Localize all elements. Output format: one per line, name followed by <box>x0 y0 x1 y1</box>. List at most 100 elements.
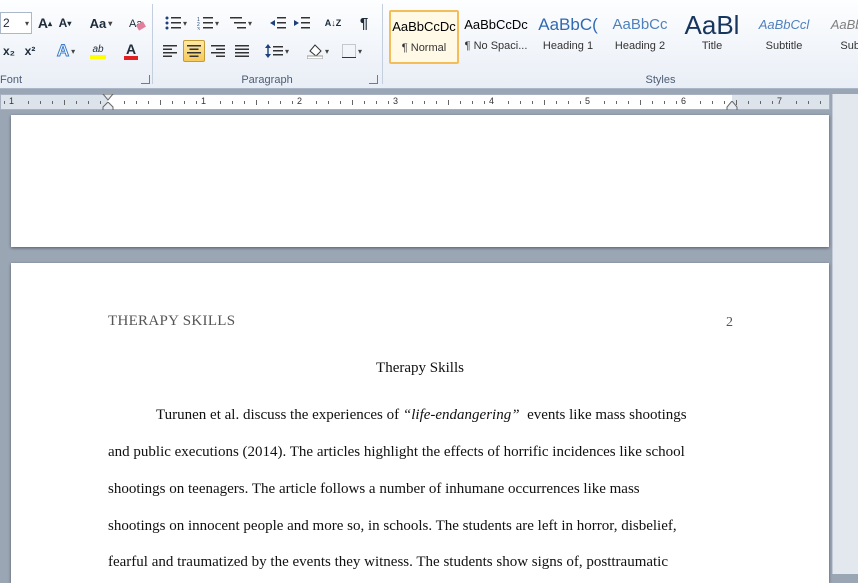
style-3[interactable]: AaBbCc Heading 2 <box>605 10 675 64</box>
shading-icon <box>306 44 323 59</box>
ruler-tick <box>4 101 5 104</box>
ruler-tick <box>808 101 809 104</box>
superscript-icon: x² <box>24 44 36 58</box>
shrink-font-button[interactable]: A ▾ <box>56 12 74 34</box>
hanging-indent-marker[interactable] <box>102 102 114 110</box>
increase-indent-button[interactable] <box>291 12 313 34</box>
ruler-tick <box>616 101 617 104</box>
ruler-tick <box>148 101 149 104</box>
paragraph-line-4[interactable]: shootings on innocent people and more so… <box>108 518 677 535</box>
shading-button[interactable]: ▾ <box>303 40 333 62</box>
ruler-tick <box>796 101 797 104</box>
ruler-tick <box>232 101 233 104</box>
ruler-tick <box>520 101 521 104</box>
align-left-button[interactable] <box>159 40 181 62</box>
clear-formatting-icon: Aa <box>129 18 146 31</box>
text-effects-icon: A <box>56 41 70 61</box>
ruler-tick <box>340 101 341 104</box>
line-1-text-b: events like mass shootings <box>519 407 687 423</box>
subscript-icon: x₂ <box>2 44 15 58</box>
change-case-icon: Aa <box>89 15 107 31</box>
style-name: ¶ Normal <box>401 42 447 54</box>
superscript-button[interactable]: x² <box>20 40 40 62</box>
multilevel-list-button[interactable]: ▾ <box>225 12 257 34</box>
ruler-tick <box>52 101 53 104</box>
ruler-tick <box>748 101 749 104</box>
page-number[interactable]: 2 <box>726 315 733 331</box>
ruler-number: 6 <box>681 96 687 106</box>
ruler-tick <box>352 100 353 105</box>
paragraph-dialog-launcher[interactable] <box>369 75 378 84</box>
font-color-button[interactable]: A <box>116 40 146 62</box>
horizontal-ruler[interactable]: 1 1 2 3 4 5 6 7 <box>0 94 830 110</box>
font-size-dropdown-icon[interactable]: ▾ <box>25 19 29 28</box>
sort-button[interactable]: A↓Z <box>321 12 345 34</box>
style-4[interactable]: AaBl Title <box>677 10 747 64</box>
ruler-tick <box>712 101 713 104</box>
ruler-number: 4 <box>489 96 495 106</box>
ruler-tick <box>184 101 185 104</box>
style-0[interactable]: AaBbCcDc ¶ Normal <box>389 10 459 64</box>
vertical-scrollbar[interactable] <box>832 94 858 574</box>
align-right-icon <box>211 45 225 57</box>
align-center-button[interactable] <box>183 40 205 62</box>
borders-button[interactable]: ▾ <box>337 40 367 62</box>
font-group-label: Font <box>0 74 23 86</box>
ruler-tick <box>388 101 389 104</box>
ruler-tick <box>280 101 281 104</box>
ruler-tick <box>412 101 413 104</box>
justify-icon <box>235 45 249 57</box>
style-2[interactable]: AaBbC( Heading 1 <box>533 10 603 64</box>
ruler-tick <box>628 101 629 104</box>
ruler-tick <box>760 101 761 104</box>
grow-font-button[interactable]: A ▴ <box>36 12 54 34</box>
text-effects-button[interactable]: A ▾ <box>52 40 80 62</box>
decrease-indent-button[interactable] <box>267 12 289 34</box>
ruler-tick <box>676 101 677 104</box>
paragraph-line-5[interactable]: fearful and traumatized by the events th… <box>108 554 668 571</box>
font-size-box[interactable]: 2 ▾ <box>0 12 32 34</box>
line-spacing-icon <box>264 44 283 58</box>
numbering-button[interactable]: 1 2 3 ▾ <box>193 12 223 34</box>
show-formatting-button[interactable]: ¶ <box>353 12 375 34</box>
style-6[interactable]: AaBbCcl Subtle <box>821 10 858 64</box>
clear-formatting-button[interactable]: Aa <box>126 12 148 34</box>
style-5[interactable]: AaBbCcl Subtitle <box>749 10 819 64</box>
style-1[interactable]: AaBbCcDc ¶ No Spaci... <box>461 10 531 64</box>
ruler-tick <box>544 100 545 105</box>
change-case-button[interactable]: Aa ▾ <box>86 12 116 34</box>
paragraph-line-2[interactable]: and public executions (2014). The articl… <box>108 444 685 461</box>
style-sample: AaBbCcl <box>830 17 858 32</box>
bullets-button[interactable]: ▾ <box>161 12 191 34</box>
ruler-tick <box>652 101 653 104</box>
line-spacing-button[interactable]: ▾ <box>261 40 293 62</box>
ruler-tick <box>508 101 509 104</box>
justify-button[interactable] <box>231 40 253 62</box>
right-indent-marker[interactable] <box>726 101 738 110</box>
ruler-tick <box>448 100 449 105</box>
running-header[interactable]: THERAPY SKILLS <box>108 313 235 330</box>
highlight-button[interactable]: ab <box>84 40 112 62</box>
ruler-tick <box>532 101 533 104</box>
paragraph-line-1[interactable]: Turunen et al. discuss the experiences o… <box>156 407 687 424</box>
ruler-tick <box>472 101 473 104</box>
subscript-button[interactable]: x₂ <box>0 40 18 62</box>
ruler-tick <box>124 101 125 104</box>
increase-indent-icon <box>294 17 310 29</box>
paragraph-group: ▾ 1 2 3 ▾ ▾ A↓Z ¶ ▾ ▾ ▾ Paragraph <box>153 0 381 88</box>
align-right-button[interactable] <box>207 40 229 62</box>
style-sample: AaBbC( <box>538 15 598 34</box>
font-dialog-launcher[interactable] <box>141 75 150 84</box>
style-name: Subtitle <box>765 40 803 52</box>
paragraph-line-3[interactable]: shootings on teenagers. The article foll… <box>108 481 640 498</box>
first-line-indent-marker[interactable] <box>102 94 114 102</box>
page-1-bottom[interactable] <box>11 115 829 247</box>
style-name: Heading 1 <box>542 40 594 52</box>
numbering-icon: 123 <box>197 17 213 30</box>
style-name: Title <box>701 40 723 52</box>
ruler-tick <box>484 101 485 104</box>
ruler-tick <box>88 101 89 104</box>
document-title[interactable]: Therapy Skills <box>11 360 829 377</box>
page-2[interactable]: THERAPY SKILLS 2 Therapy Skills Turunen … <box>11 263 829 583</box>
ruler-tick <box>772 101 773 104</box>
